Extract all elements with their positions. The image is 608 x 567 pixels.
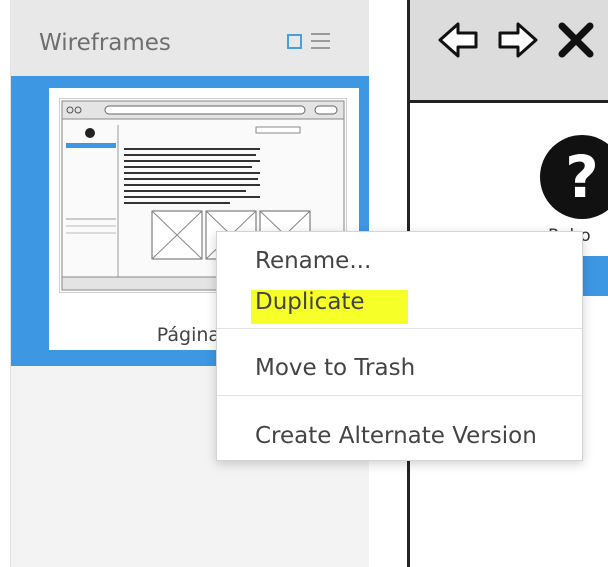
panel-title: Wireframes <box>39 30 171 56</box>
arrow-left-icon <box>438 22 478 58</box>
menu-separator <box>217 395 582 396</box>
context-menu: Rename... Duplicate Move to Trash Create… <box>216 231 583 461</box>
list-view-icon[interactable] <box>311 33 330 49</box>
arrow-right-icon <box>498 22 538 58</box>
panel-header: Wireframes <box>11 0 369 76</box>
canvas-selected-item <box>583 256 608 296</box>
menu-item-duplicate[interactable]: Duplicate <box>255 289 365 315</box>
grid-view-icon[interactable] <box>287 33 302 49</box>
menu-item-move-to-trash[interactable]: Move to Trash <box>255 355 415 381</box>
view-toggle <box>287 33 330 49</box>
menu-separator <box>217 328 582 329</box>
help-icon: ? <box>540 135 608 219</box>
browser-toolbar-wireframe <box>410 0 608 103</box>
close-icon <box>558 22 594 58</box>
menu-item-rename[interactable]: Rename... <box>255 248 371 274</box>
menu-item-create-alternate-version[interactable]: Create Alternate Version <box>255 423 537 449</box>
